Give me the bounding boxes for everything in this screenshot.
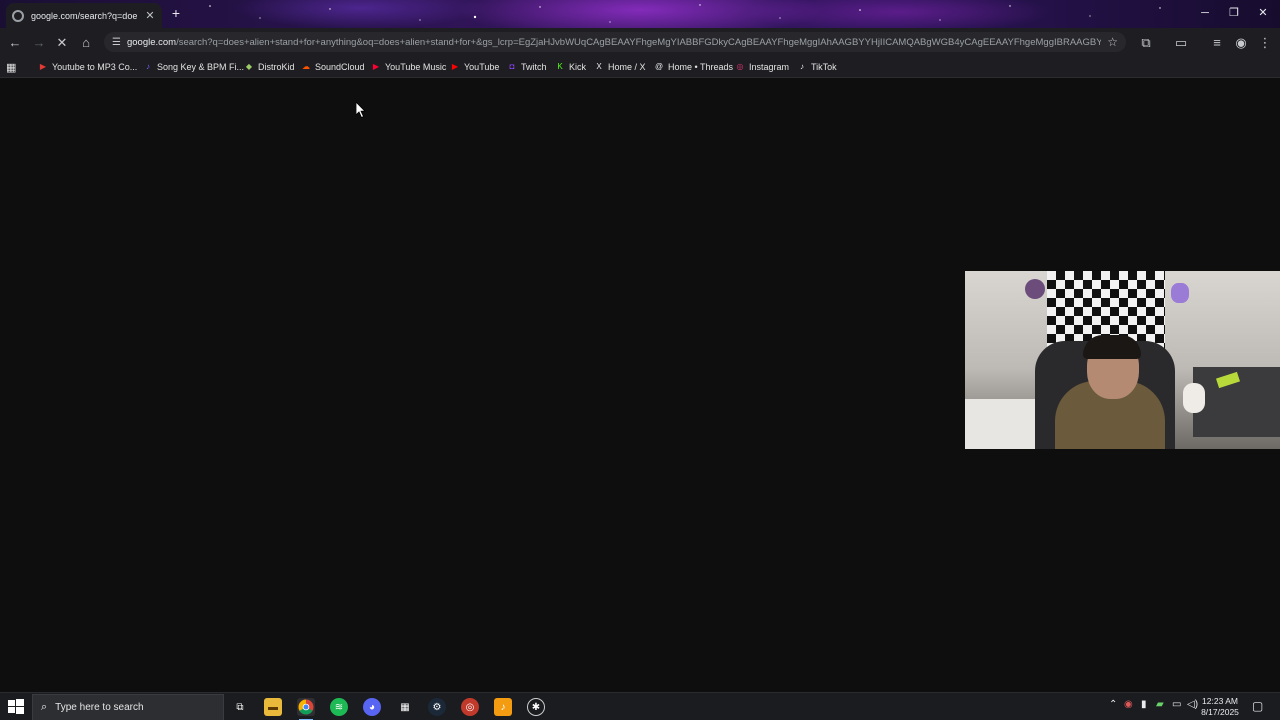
- youtube-icon: ▶: [451, 62, 459, 71]
- starfield-background: [209, 4, 1161, 23]
- apps-icon[interactable]: ▦: [6, 59, 16, 75]
- bookmark-distrokid[interactable]: ◆ DistroKid: [244, 59, 295, 75]
- microphone-icon[interactable]: ▮: [1141, 699, 1147, 710]
- bookmark-youtube-music[interactable]: ▶ YouTube Music: [371, 59, 446, 75]
- bookmark-label: Song Key & BPM Fi...: [157, 62, 245, 72]
- discord-icon[interactable]: ◕: [363, 698, 381, 716]
- forward-button[interactable]: →: [30, 34, 48, 52]
- bookmark-x[interactable]: X Home / X: [594, 59, 646, 75]
- site-info-icon[interactable]: ☰: [112, 37, 121, 48]
- file-explorer-icon[interactable]: ▬: [264, 698, 282, 716]
- home-icon[interactable]: ⌂: [77, 34, 95, 52]
- calculator-icon[interactable]: ▦: [396, 698, 414, 716]
- close-tab-icon[interactable]: ✕: [144, 9, 156, 22]
- webcam-sticker: [1171, 283, 1189, 303]
- kick-icon: K: [557, 62, 563, 71]
- minimize-button[interactable]: ─: [1190, 4, 1220, 22]
- threads-icon: @: [654, 62, 664, 71]
- bookmarks-bar: ▦ ▶ Youtube to MP3 Co... ♪ Song Key & BPM F…: [0, 56, 1280, 78]
- taskbar: ⌕ Type here to search ⧉ ▬ ≋ ◕ ▦ ⚙ ◎ ♪ ✱ …: [0, 692, 1280, 720]
- distrokid-icon: ◆: [245, 62, 253, 71]
- bookmark-label: Home / X: [608, 62, 646, 72]
- bookmark-label: Instagram: [749, 62, 790, 72]
- stop-loading-button[interactable]: ✕: [53, 34, 71, 52]
- security-icon[interactable]: ◉: [1124, 699, 1133, 710]
- bookmark-label: Twitch: [521, 62, 547, 72]
- webcam-overlay: [965, 271, 1280, 449]
- youtube-mp3-icon: ▶: [39, 62, 47, 71]
- bookmark-tiktok[interactable]: ♪ TikTok: [797, 59, 837, 75]
- taskbar-clock[interactable]: 12:23 AM 8/17/2025: [1196, 696, 1244, 718]
- tiktok-icon: ♪: [800, 62, 804, 71]
- soundcloud-icon: ☁: [302, 62, 310, 71]
- bookmark-twitch[interactable]: ◘ Twitch: [507, 59, 547, 75]
- close-window-button[interactable]: ✕: [1248, 4, 1278, 22]
- instagram-icon: ◎: [736, 62, 744, 71]
- bookmark-threads[interactable]: @ Home • Threads: [654, 59, 733, 75]
- bookmark-label: SoundCloud: [315, 62, 365, 72]
- chrome-logo-icon: [298, 699, 314, 715]
- settings-gear-icon[interactable]: ✱: [527, 698, 545, 716]
- clock-time: 12:23 AM: [1202, 696, 1238, 706]
- bookmark-youtube-mp3[interactable]: ▶ Youtube to MP3 Co...: [38, 59, 137, 75]
- fl-studio-icon[interactable]: ♪: [494, 698, 512, 716]
- nvidia-icon[interactable]: ▰: [1156, 699, 1164, 710]
- new-tab-button[interactable]: +: [168, 5, 184, 21]
- mouse-cursor-icon: [356, 102, 366, 118]
- taskbar-search-box[interactable]: ⌕ Type here to search: [32, 694, 224, 720]
- bookmark-label: Youtube to MP3 Co...: [52, 62, 138, 72]
- menu-icon[interactable]: ⋮: [1256, 34, 1274, 52]
- tab-search-icon[interactable]: ▭: [1172, 34, 1190, 52]
- notifications-icon[interactable]: ▢: [1252, 699, 1263, 713]
- network-icon[interactable]: ▭: [1172, 699, 1181, 710]
- media-controls-icon[interactable]: ≡: [1208, 34, 1226, 52]
- bookmark-song-key[interactable]: ♪ Song Key & BPM Fi...: [143, 59, 244, 75]
- back-button[interactable]: ←: [6, 34, 24, 52]
- spotify-icon[interactable]: ≋: [330, 698, 348, 716]
- bookmark-soundcloud[interactable]: ☁ SoundCloud: [301, 59, 365, 75]
- restore-button[interactable]: ❐: [1219, 4, 1249, 22]
- bookmark-label: DistroKid: [258, 62, 295, 72]
- tab-google-search[interactable]: google.com/search?q=does+al ✕: [6, 3, 162, 28]
- bookmark-star-icon[interactable]: ☆: [1107, 35, 1118, 49]
- song-key-icon: ♪: [146, 62, 150, 71]
- bookmark-youtube[interactable]: ▶ YouTube: [450, 59, 499, 75]
- tab-title: google.com/search?q=does+al: [31, 10, 137, 21]
- bookmark-label: Home • Threads: [668, 62, 734, 72]
- youtube-music-icon: ▶: [372, 62, 380, 71]
- extensions-icon[interactable]: ⧉: [1137, 34, 1155, 52]
- globe-icon: [12, 9, 24, 22]
- chevron-up-icon[interactable]: ⌃: [1109, 699, 1117, 710]
- bookmark-label: YouTube Music: [385, 62, 447, 72]
- chrome-icon[interactable]: [297, 698, 315, 720]
- windows-start-icon[interactable]: [8, 699, 24, 715]
- twitch-icon: ◘: [509, 62, 515, 71]
- url-text[interactable]: google.com/search?q=does+alien+stand+for…: [127, 37, 1101, 48]
- webcam-sticker: [1025, 279, 1045, 299]
- bookmark-label: Kick: [569, 62, 587, 72]
- task-view-icon[interactable]: ⧉: [231, 698, 249, 716]
- bookmark-kick[interactable]: K Kick: [555, 59, 586, 75]
- profile-avatar[interactable]: ◉: [1232, 34, 1250, 52]
- obs-icon[interactable]: ◎: [461, 698, 479, 716]
- taskbar-search-placeholder: Type here to search: [55, 702, 144, 713]
- title-bar: google.com/search?q=does+al ✕ + ─ ❐ ✕: [0, 0, 1280, 28]
- clock-date: 8/17/2025: [1201, 707, 1239, 717]
- bookmark-instagram[interactable]: ◎ Instagram: [735, 59, 790, 75]
- webcam-person-hair: [1083, 335, 1141, 359]
- steam-icon[interactable]: ⚙: [428, 698, 446, 716]
- x-icon: X: [596, 62, 602, 71]
- search-icon: ⌕: [41, 701, 48, 713]
- address-bar[interactable]: ☰ google.com/search?q=does+alien+stand+f…: [104, 32, 1126, 52]
- bookmark-label: TikTok: [811, 62, 837, 72]
- bookmark-label: YouTube: [464, 62, 500, 72]
- webcam-microphone: [1183, 383, 1205, 413]
